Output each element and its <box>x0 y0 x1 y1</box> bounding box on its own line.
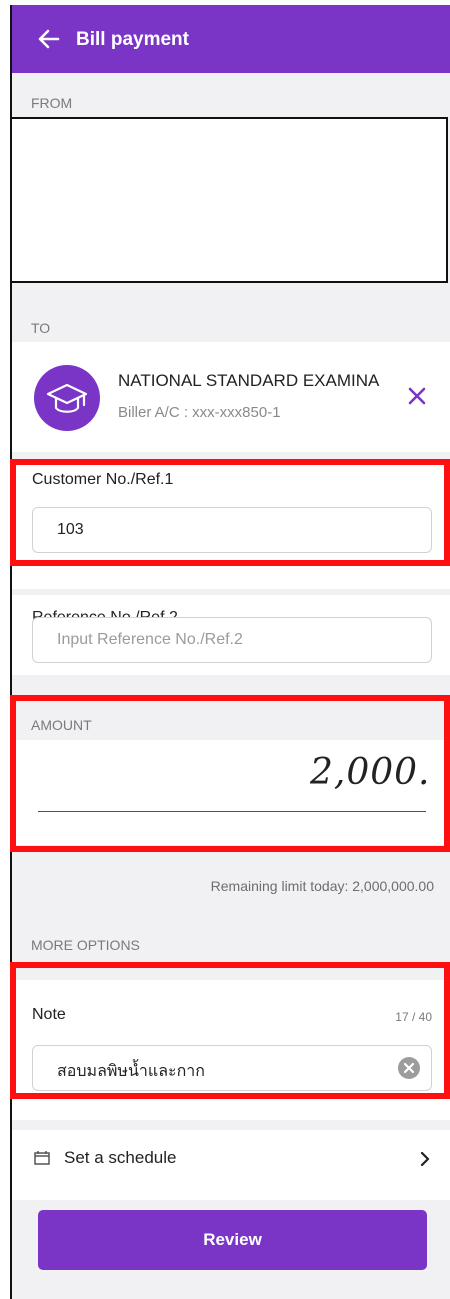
highlight-customer-ref <box>10 459 450 566</box>
app-header: Bill payment <box>10 5 450 73</box>
close-icon[interactable] <box>406 385 428 407</box>
from-section-label: FROM <box>31 95 73 111</box>
app-screen: Bill payment FROM TO NATIONAL STANDARD E… <box>10 5 450 1299</box>
page-title: Bill payment <box>76 29 189 50</box>
review-button[interactable]: Review <box>38 1210 427 1270</box>
graduation-cap-icon <box>46 383 88 413</box>
frame-border <box>10 5 12 1299</box>
schedule-label: Set a schedule <box>64 1148 177 1167</box>
from-account-card[interactable] <box>10 117 448 283</box>
chevron-right-icon <box>420 1152 430 1166</box>
biller-name: NATIONAL STANDARD EXAMINA <box>118 371 380 390</box>
biller-avatar <box>34 365 100 431</box>
more-options-label: MORE OPTIONS <box>31 937 140 953</box>
remaining-limit: Remaining limit today: 2,000,000.00 <box>210 878 434 894</box>
highlight-note <box>10 962 450 1099</box>
reference-input[interactable]: Input Reference No./Ref.2 <box>32 617 432 663</box>
to-section-label: TO <box>31 320 51 336</box>
arrow-left-icon[interactable] <box>36 27 62 51</box>
biller-account: Biller A/C : xxx-xxx850-1 <box>118 404 281 421</box>
highlight-amount <box>10 695 450 852</box>
calendar-icon <box>34 1151 50 1165</box>
reference-placeholder: Input Reference No./Ref.2 <box>57 631 243 648</box>
